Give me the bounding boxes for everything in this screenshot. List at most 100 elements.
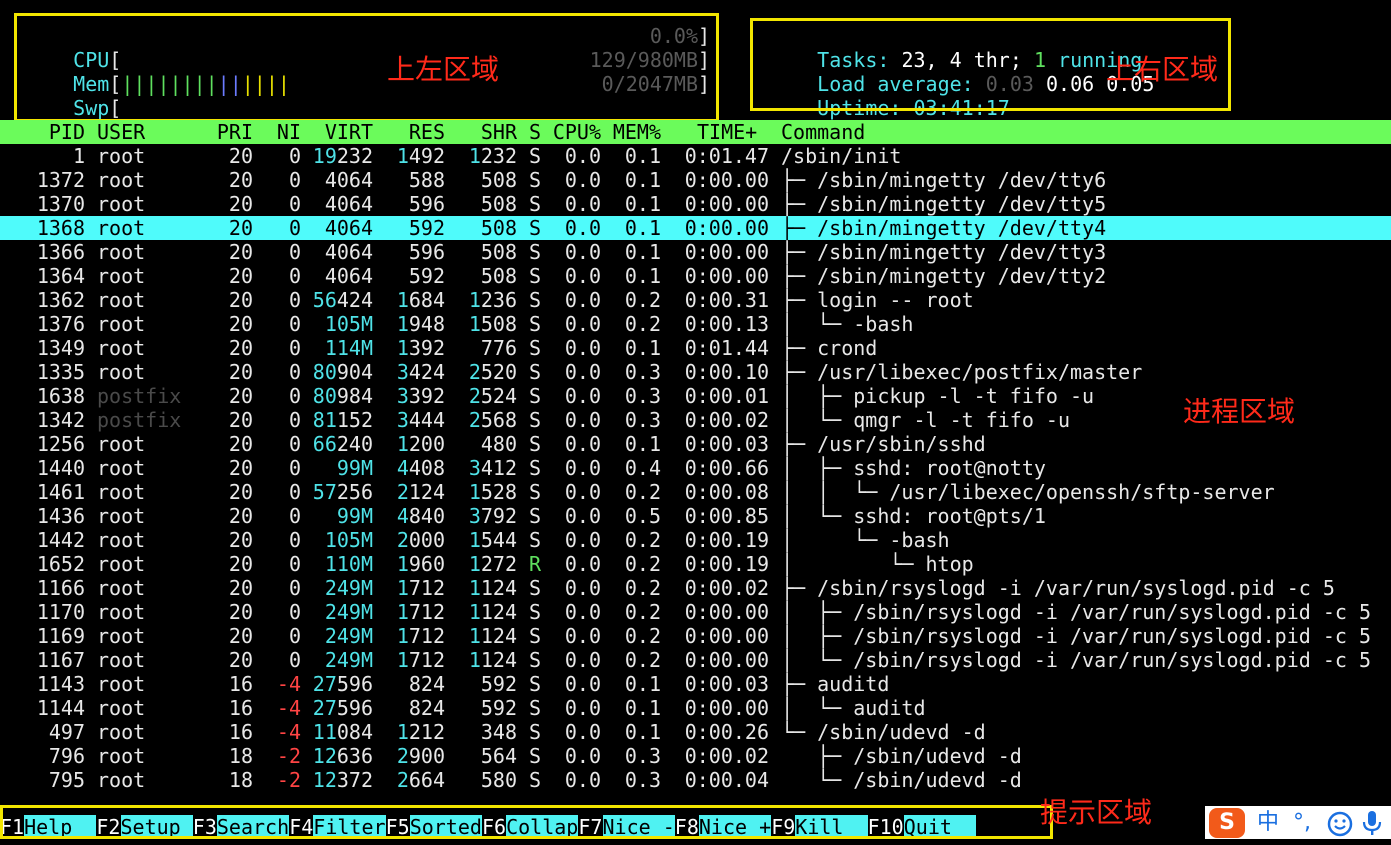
cell-shr: 1124	[468, 648, 517, 672]
process-row[interactable]: 497 root 16 -4 11084 1212 348 S 0.0 0.1 0:00.26 └─ …	[0, 720, 1391, 744]
cell-shr: 3792	[468, 504, 517, 528]
cell-user: root	[97, 696, 146, 720]
cell-command: ├─ /sbin/mingetty /dev/tty2	[781, 264, 1107, 288]
cell-time: 0:00.00	[684, 192, 769, 216]
cell-pid: 1436	[36, 504, 85, 528]
cell-user: root	[97, 360, 146, 384]
cell-time: 0:00.19	[684, 528, 769, 552]
cell-cpu: 0.0	[564, 456, 601, 480]
process-row[interactable]: 1461 root 20 0 57256 2124 1528 S 0.0 0.2 0:00.08 │ …	[0, 480, 1391, 504]
sogou-logo-icon[interactable]: S	[1209, 808, 1245, 838]
ime-lang-toggle[interactable]: 中	[1257, 809, 1279, 837]
process-row[interactable]: 1166 root 20 0 249M 1712 1124 S 0.0 0.2 0:00.02 ├─ …	[0, 576, 1391, 600]
process-row[interactable]: 1143 root 16 -4 27596 824 592 S 0.0 0.1 0:00.03 ├─ …	[0, 672, 1391, 696]
cell-user: root	[97, 456, 146, 480]
process-row[interactable]: 1376 root 20 0 105M 1948 1508 S 0.0 0.2 0:00.13 │ └…	[0, 312, 1391, 336]
process-row[interactable]: 1372 root 20 0 4064 588 508 S 0.0 0.1 0:00.00 ├─ /s…	[0, 168, 1391, 192]
cell-cpu: 0.0	[564, 216, 601, 240]
process-row[interactable]: 1440 root 20 0 99M 4408 3412 S 0.0 0.4 0:00.66 │ ├─…	[0, 456, 1391, 480]
cell-mem: 0.3	[624, 384, 661, 408]
cell-res: 2124	[396, 480, 445, 504]
process-row[interactable]: 1370 root 20 0 4064 596 508 S 0.0 0.1 0:00.00 ├─ /s…	[0, 192, 1391, 216]
process-row[interactable]: 1170 root 20 0 249M 1712 1124 S 0.0 0.2 0:00.00 │ ├…	[0, 600, 1391, 624]
col-pri[interactable]: PRI	[197, 120, 253, 144]
col-cpu[interactable]: CPU%	[541, 120, 601, 144]
col-res[interactable]: RES	[373, 120, 445, 144]
cell-pid: 1170	[36, 600, 85, 624]
cell-ni: 0	[288, 552, 301, 576]
process-row[interactable]: 1349 root 20 0 114M 1392 776 S 0.0 0.1 0:01.44 ├─ c…	[0, 336, 1391, 360]
process-row[interactable]: 1652 root 20 0 110M 1960 1272 R 0.0 0.2 0:00.19 │ └…	[0, 552, 1391, 576]
cell-mem: 0.2	[624, 288, 661, 312]
cell-command: │ ├─ /sbin/rsyslogd -i /var/run/syslogd.…	[781, 600, 1372, 624]
cell-user: root	[97, 768, 146, 792]
microphone-icon[interactable]	[1361, 809, 1383, 837]
cell-pid: 1335	[36, 360, 85, 384]
smiley-icon[interactable]	[1327, 809, 1353, 837]
cell-shr: 508	[480, 192, 517, 216]
cell-time: 0:00.00	[684, 696, 769, 720]
cell-mem: 0.3	[624, 744, 661, 768]
process-row[interactable]: 1638 postfix 20 0 80984 3392 2524 S 0.0 0.3 0:00.0…	[0, 384, 1391, 408]
annotation-box-top-left	[14, 13, 719, 122]
process-row[interactable]: 796 root 18 -2 12636 2900 564 S 0.0 0.3 0:00.02 ├─…	[0, 744, 1391, 768]
cell-mem: 0.2	[624, 480, 661, 504]
cell-virt: 99M	[336, 504, 373, 528]
cell-res: 1712	[396, 576, 445, 600]
cell-user: root	[97, 312, 146, 336]
process-row[interactable]: 1364 root 20 0 4064 592 508 S 0.0 0.1 0:00.00 ├─ /s…	[0, 264, 1391, 288]
ime-punct-toggle[interactable]: °,	[1293, 809, 1311, 837]
cell-shr: 1544	[468, 528, 517, 552]
col-pid[interactable]: PID	[0, 120, 85, 144]
cell-res: 588	[408, 168, 445, 192]
process-row[interactable]: 1442 root 20 0 105M 2000 1544 S 0.0 0.2 0:00.19 │ └…	[0, 528, 1391, 552]
cell-pid: 1372	[36, 168, 85, 192]
cell-virt: 81152	[312, 408, 373, 432]
process-row[interactable]: 1366 root 20 0 4064 596 508 S 0.0 0.1 0:00.00 ├─ /s…	[0, 240, 1391, 264]
process-row[interactable]: 1368 root 20 0 4064 592 508 S 0.0 0.1 0:00.00 ├─ /s…	[0, 216, 1391, 240]
cell-command: ├─ /usr/libexec/postfix/master	[781, 360, 1143, 384]
cell-command: │ └─ auditd	[781, 696, 926, 720]
cell-shr: 2524	[468, 384, 517, 408]
cell-user: postfix	[97, 408, 182, 432]
process-row[interactable]: 1144 root 16 -4 27596 824 592 S 0.0 0.1 0:00.00 │ └…	[0, 696, 1391, 720]
cell-pid: 1362	[36, 288, 85, 312]
process-row[interactable]: 1335 root 20 0 80904 3424 2520 S 0.0 0.3 0:00.10 ├─…	[0, 360, 1391, 384]
process-row[interactable]: 1256 root 20 0 66240 1200 480 S 0.0 0.1 0:00.03 ├─ …	[0, 432, 1391, 456]
col-virt[interactable]: VIRT	[301, 120, 373, 144]
cell-ni: 0	[288, 384, 301, 408]
cell-shr: 1272	[468, 552, 517, 576]
col-mem[interactable]: MEM%	[601, 120, 661, 144]
col-time[interactable]: TIME+	[697, 120, 777, 144]
cell-user: root	[97, 144, 146, 168]
cell-user: root	[97, 480, 146, 504]
col-ni[interactable]: NI	[253, 120, 301, 144]
process-row[interactable]: 1436 root 20 0 99M 4840 3792 S 0.0 0.5 0:00.85 │ └─…	[0, 504, 1391, 528]
cell-mem: 0.2	[624, 648, 661, 672]
col-command[interactable]: Command	[781, 120, 881, 144]
col-shr[interactable]: SHR	[445, 120, 517, 144]
process-row[interactable]: 1362 root 20 0 56424 1684 1236 S 0.0 0.2 0:00.31 ├─…	[0, 288, 1391, 312]
cell-cpu: 0.0	[564, 696, 601, 720]
cell-command: │ ├─ sshd: root@notty	[781, 456, 1046, 480]
cell-cpu: 0.0	[564, 768, 601, 792]
cell-command: ├─ /sbin/mingetty /dev/tty5	[781, 192, 1107, 216]
cell-time: 0:00.02	[684, 744, 769, 768]
cell-cpu: 0.0	[564, 720, 601, 744]
process-row[interactable]: 1 root 20 0 19232 1492 1232 S 0.0 0.1 0:01.47/sbin…	[0, 144, 1391, 168]
col-user[interactable]: USER	[97, 120, 197, 144]
cell-user: postfix	[97, 384, 182, 408]
cell-cpu: 0.0	[564, 240, 601, 264]
cell-ni: -2	[276, 744, 301, 768]
process-row[interactable]: 1169 root 20 0 249M 1712 1124 S 0.0 0.2 0:00.00 │ ├…	[0, 624, 1391, 648]
process-row[interactable]: 795 root 18 -2 12372 2664 580 S 0.0 0.3 0:00.04 └─…	[0, 768, 1391, 792]
cell-cpu: 0.0	[564, 288, 601, 312]
process-row[interactable]: 1167 root 20 0 249M 1712 1124 S 0.0 0.2 0:00.00 │ └…	[0, 648, 1391, 672]
cell-cpu: 0.0	[564, 624, 601, 648]
process-row[interactable]: 1342 postfix 20 0 81152 3444 2568 S 0.0 0.3 0:00.0…	[0, 408, 1391, 432]
cell-res: 2900	[396, 744, 445, 768]
ime-toolbar: S 中 °,	[1205, 806, 1391, 839]
cell-command: ├─ /sbin/mingetty /dev/tty4	[781, 216, 1107, 240]
cell-mem: 0.2	[624, 528, 661, 552]
cell-user: root	[97, 192, 146, 216]
